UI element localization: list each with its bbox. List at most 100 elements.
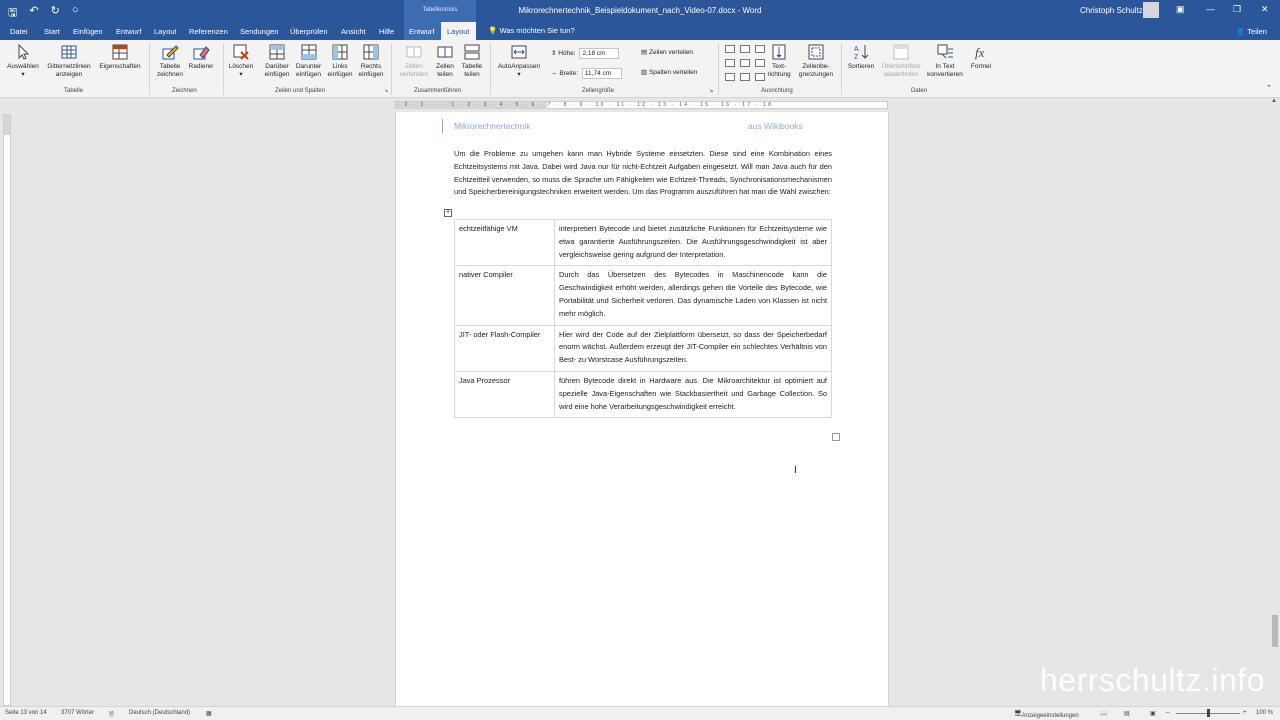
group-label-table: Tabelle xyxy=(64,88,84,94)
table-cell-term[interactable]: nativer Compiler xyxy=(454,265,555,326)
avatar[interactable] xyxy=(1143,2,1159,18)
horizontal-ruler[interactable]: · 2 · 1 · · · 1 · 2 · 3 · 4 · 5 · 6 · 7 … xyxy=(394,101,888,109)
split-table-button[interactable]: Tabelle teilen xyxy=(458,43,486,79)
table-cell-term[interactable]: Java Prozessor xyxy=(454,370,555,419)
content-table[interactable]: echtzeitfähige VM interpretiert Bytecode … xyxy=(454,218,832,419)
eraser-button[interactable]: Radierer xyxy=(186,43,216,71)
macro-icon[interactable]: ▦ xyxy=(206,710,212,717)
tab-review[interactable]: Überprüfen xyxy=(290,27,328,36)
insert-left-button[interactable]: Links einfügen xyxy=(325,43,355,79)
table-move-handle-icon[interactable]: + xyxy=(444,209,452,217)
zoom-out-icon[interactable]: – xyxy=(1166,710,1169,716)
tab-start[interactable]: Start xyxy=(44,27,60,36)
zoom-level[interactable]: 100 % xyxy=(1256,710,1273,716)
tell-me-search[interactable]: 💡 Was möchten Sie tun? xyxy=(488,26,575,35)
insert-right-icon xyxy=(363,44,379,60)
cell-margins-button[interactable]: Zellenbe- grenzungen xyxy=(796,43,836,79)
align-middle-center-icon[interactable] xyxy=(740,59,750,67)
scroll-up-icon[interactable]: ▲ xyxy=(1271,98,1277,104)
distribute-rows-button[interactable]: ▤ Zeilen verteilen xyxy=(641,48,693,56)
delete-button[interactable]: Löschen ▾ xyxy=(226,43,256,79)
sort-button[interactable]: AZ Sortieren xyxy=(845,43,877,71)
insert-right-button[interactable]: Rechts einfügen xyxy=(356,43,386,79)
minimize-icon[interactable]: — xyxy=(1206,4,1215,14)
select-button[interactable]: Auswählen ▾ xyxy=(5,43,41,79)
tab-references[interactable]: Referenzen xyxy=(189,27,228,36)
split-cells-icon xyxy=(437,46,453,58)
tab-insert[interactable]: Einfügen xyxy=(73,27,103,36)
zoom-slider-thumb[interactable] xyxy=(1207,709,1210,717)
table-cell-description[interactable]: interpretiert Bytecode und bietet zusätz… xyxy=(554,218,832,267)
convert-to-text-button[interactable]: In Text konvertieren xyxy=(924,43,966,79)
tab-file[interactable]: Datei xyxy=(10,27,28,36)
web-layout-icon[interactable]: ▣ xyxy=(1150,710,1156,717)
group-label-merge: Zusammenführen xyxy=(414,88,462,94)
insert-below-button[interactable]: Darunter einfügen xyxy=(292,43,325,79)
align-top-left-icon[interactable] xyxy=(725,45,735,53)
col-width-input[interactable]: 11,74 cm xyxy=(581,68,622,79)
align-bottom-right-icon[interactable] xyxy=(755,73,765,81)
align-bottom-left-icon[interactable] xyxy=(725,73,735,81)
distribute-cols-button[interactable]: ▥ Spalten verteilen xyxy=(641,68,697,76)
draw-table-button[interactable]: Tabelle zeichnen xyxy=(153,43,187,79)
zoom-in-icon[interactable]: + xyxy=(1243,710,1247,716)
document-page[interactable]: Mikrorechnertechnik aus Wikibooks Um die… xyxy=(395,112,889,706)
sort-icon: AZ xyxy=(854,45,869,61)
merge-cells-icon xyxy=(406,46,422,58)
read-mode-icon[interactable]: 📖 xyxy=(1100,710,1107,717)
tab-help[interactable]: Hilfe xyxy=(379,27,394,36)
tab-table-layout[interactable]: Layout xyxy=(441,22,476,40)
collapse-ribbon-icon[interactable]: ⌃ xyxy=(1266,84,1272,92)
vertical-ruler[interactable] xyxy=(3,114,11,706)
align-top-right-icon[interactable] xyxy=(755,45,765,53)
tab-layout[interactable]: Layout xyxy=(154,27,177,36)
autofit-button[interactable]: AutoAnpassen ▾ xyxy=(494,43,544,79)
vertical-scrollbar[interactable]: ▲ xyxy=(1270,98,1280,706)
formula-button[interactable]: fx Formel xyxy=(966,43,996,71)
properties-button[interactable]: Eigenschaften xyxy=(97,43,143,71)
text-direction-button[interactable]: Text- richtung xyxy=(766,43,792,79)
print-layout-icon[interactable]: ▤ xyxy=(1124,710,1130,717)
distribute-rows-icon: ▤ xyxy=(641,49,648,56)
repeat-header-button[interactable]: Überschriften wiederholen xyxy=(878,43,924,79)
table-cell-description[interactable]: Durch das Übersetzen des Bytecodes in Ma… xyxy=(554,265,832,326)
page-counter[interactable]: Seite 13 von 14 xyxy=(5,710,47,716)
tab-mailings[interactable]: Sendungen xyxy=(240,27,278,36)
tab-view[interactable]: Ansicht xyxy=(341,27,366,36)
table-row[interactable]: echtzeitfähige VM interpretiert Bytecode … xyxy=(454,218,832,267)
table-cell-description[interactable]: führen Bytecode direkt in Hardware aus. … xyxy=(554,370,832,419)
cell-size-dialog-launcher-icon[interactable]: ↘ xyxy=(709,88,713,94)
title-bar: 🖫 ↶ ↻ ○ Tabellentools Mikrorechnertechni… xyxy=(0,0,1280,22)
table-cell-term[interactable]: echtzeitfähige VM xyxy=(454,218,555,267)
tab-design[interactable]: Entwurf xyxy=(116,27,141,36)
scrollbar-thumb[interactable] xyxy=(1272,615,1278,647)
table-cell-description[interactable]: Hier wird der Code auf der Zielplattform… xyxy=(554,324,832,372)
row-height-input[interactable]: 2,18 cm xyxy=(579,48,620,59)
table-cell-term[interactable]: JIT- oder Flash-Compiler xyxy=(454,324,555,372)
table-row[interactable]: JIT- oder Flash-Compiler Hier wird der Co… xyxy=(454,324,832,372)
table-resize-handle[interactable] xyxy=(832,433,840,441)
tab-table-design[interactable]: Entwurf xyxy=(409,27,434,36)
restore-icon[interactable]: ❐ xyxy=(1233,4,1241,15)
merge-cells-button[interactable]: Zellen verbinden xyxy=(398,43,430,79)
close-icon[interactable]: ✕ xyxy=(1261,4,1269,15)
align-middle-left-icon[interactable] xyxy=(725,59,735,67)
word-count[interactable]: 3707 Wörter xyxy=(61,710,94,716)
proofing-icon[interactable]: 🗎 xyxy=(109,710,114,720)
autofit-icon xyxy=(511,45,527,59)
share-button[interactable]: 👤 Teilen xyxy=(1236,27,1267,36)
body-paragraph[interactable]: Um die Probleme zu umgehen kann man Hybr… xyxy=(454,148,832,199)
gridlines-button[interactable]: Gitternetzlinien anzeigen xyxy=(42,43,96,79)
insert-above-button[interactable]: Darüber einfügen xyxy=(261,43,293,79)
table-row[interactable]: nativer Compiler Durch das Übersetzen des… xyxy=(454,265,832,326)
language-indicator[interactable]: Deutsch (Deutschland) xyxy=(129,710,190,716)
ribbon-display-options-icon[interactable]: ▣ xyxy=(1176,4,1185,15)
table-row[interactable]: Java Prozessor führen Bytecode direkt in … xyxy=(454,370,832,419)
dialog-launcher-icon[interactable]: ↘ xyxy=(384,88,388,94)
display-settings-button[interactable]: 🖥 Anzeigeeinstellungen xyxy=(1014,710,1079,719)
align-middle-right-icon[interactable] xyxy=(755,59,765,67)
align-bottom-center-icon[interactable] xyxy=(740,73,750,81)
user-name[interactable]: Christoph Schultz xyxy=(1080,6,1143,15)
align-top-center-icon[interactable] xyxy=(740,45,750,53)
split-cells-button[interactable]: Zellen teilen xyxy=(432,43,458,79)
